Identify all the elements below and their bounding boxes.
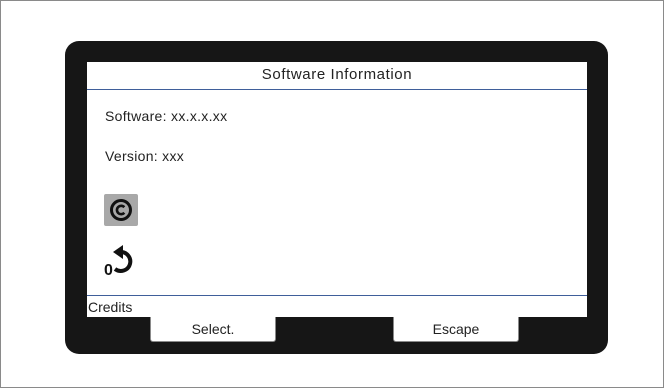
- back-button[interactable]: 0: [103, 242, 139, 279]
- escape-button[interactable]: Escape: [393, 317, 519, 342]
- device-screen: Software Information Software: xx.x.x.xx…: [87, 62, 587, 344]
- copyright-button[interactable]: [104, 194, 138, 226]
- version-text: Version: xxx: [105, 148, 185, 164]
- credits-item[interactable]: Credits: [87, 295, 587, 317]
- back-arrow-zero-icon: 0: [104, 245, 133, 279]
- softkey-bar: Select. Escape: [87, 317, 587, 344]
- software-version-text: Software: xx.x.x.xx: [105, 108, 228, 124]
- copyright-icon: [110, 199, 132, 221]
- select-button[interactable]: Select.: [150, 317, 276, 342]
- screen-title: Software Information: [87, 62, 587, 90]
- back-icon-digit: 0: [104, 262, 113, 278]
